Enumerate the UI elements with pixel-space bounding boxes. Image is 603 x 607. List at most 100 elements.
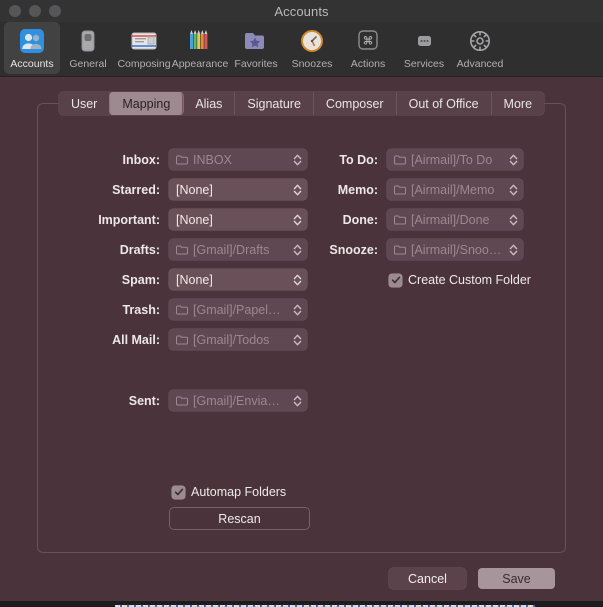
cancel-button[interactable]: Cancel [389, 568, 466, 589]
create-custom-folder-checkbox[interactable] [389, 273, 402, 287]
minimize-button[interactable] [29, 5, 41, 17]
folder-icon [176, 305, 188, 314]
stepper-icon[interactable] [293, 333, 302, 347]
stepper-icon[interactable] [293, 243, 302, 257]
to-do-value: [Airmail]/To Do [411, 152, 493, 167]
folder-icon [394, 185, 406, 194]
automap-folders-checkbox[interactable] [172, 485, 185, 499]
folder-icon [394, 245, 406, 254]
gear-icon [466, 26, 494, 56]
label-drafts: Drafts: [119, 242, 160, 257]
field-trash: Trash: [Gmail]/Papel… [60, 299, 307, 320]
toolbar-item-actions[interactable]: ⌘ Actions [340, 22, 396, 74]
sent-dropdown[interactable]: [Gmail]/Envia… [169, 390, 307, 411]
stepper-icon[interactable] [293, 394, 302, 408]
field-starred: Starred: [None] [60, 179, 307, 200]
toolbar-label-accounts: Accounts [10, 58, 54, 70]
label-snooze: Snooze: [329, 242, 378, 257]
create-custom-folder-row[interactable]: Create Custom Folder [389, 273, 531, 287]
stepper-icon[interactable] [509, 183, 518, 197]
folder-icon [176, 396, 188, 405]
toolbar-item-appearance[interactable]: Appearance [172, 22, 228, 74]
all-mail-dropdown[interactable]: [Gmail]/Todos [169, 329, 307, 350]
memo-value: [Airmail]/Memo [411, 182, 495, 197]
starred-dropdown[interactable]: [None] [169, 179, 307, 200]
stepper-icon[interactable] [293, 213, 302, 227]
rescan-button[interactable]: Rescan [170, 508, 309, 529]
field-snooze: Snooze: [Airmail]/Snoo… [310, 239, 523, 260]
stepper-icon[interactable] [509, 243, 518, 257]
automap-folders-row[interactable]: Automap Folders [172, 485, 286, 499]
folder-icon [176, 155, 188, 164]
toolbar-label-general: General [69, 58, 107, 70]
field-all-mail: All Mail: [Gmail]/Todos [60, 329, 307, 350]
save-button[interactable]: Save [478, 568, 555, 589]
spam-dropdown[interactable]: [None] [169, 269, 307, 290]
inbox-dropdown[interactable]: INBOX [169, 149, 307, 170]
done-value: [Airmail]/Done [411, 212, 490, 227]
sent-value: [Gmail]/Envia… [193, 393, 280, 408]
snooze-dropdown[interactable]: [Airmail]/Snoo… [387, 239, 523, 260]
stepper-icon[interactable] [293, 183, 302, 197]
stepper-icon[interactable] [293, 273, 302, 287]
folder-icon [176, 335, 188, 344]
memo-dropdown[interactable]: [Airmail]/Memo [387, 179, 523, 200]
tab-mapping[interactable]: Mapping [110, 92, 184, 115]
automap-folders-label: Automap Folders [191, 485, 287, 499]
accounts-preferences-window: Accounts Accounts General Composing Appe… [0, 0, 603, 607]
stepper-icon[interactable] [293, 153, 302, 167]
toolbar-item-general[interactable]: General [60, 22, 116, 74]
to-do-dropdown[interactable]: [Airmail]/To Do [387, 149, 523, 170]
toolbar-label-composing: Composing [117, 58, 171, 70]
tab-bar: User Mapping Alias Signature Composer Ou… [0, 92, 603, 115]
stepper-icon[interactable] [509, 153, 518, 167]
label-inbox: Inbox: [122, 152, 161, 167]
tab-alias[interactable]: Alias [183, 92, 236, 115]
toolbar-item-snoozes[interactable]: Snoozes [284, 22, 340, 74]
background-window-sliver [0, 601, 603, 607]
label-trash: Trash: [122, 302, 160, 317]
tab-more[interactable]: More [492, 92, 544, 115]
drafts-value: [Gmail]/Drafts [193, 242, 270, 257]
toolbar-label-snoozes: Snoozes [291, 58, 333, 70]
drafts-dropdown[interactable]: [Gmail]/Drafts [169, 239, 307, 260]
tab-composer[interactable]: Composer [314, 92, 397, 115]
tab-user[interactable]: User [59, 92, 111, 115]
toolbar-item-advanced[interactable]: Advanced [452, 22, 508, 74]
label-starred: Starred: [112, 182, 160, 197]
toggle-switch-icon [75, 26, 101, 56]
label-sent: Sent: [128, 393, 160, 408]
toolbar-label-favorites: Favorites [234, 58, 278, 70]
toolbar-label-services: Services [403, 58, 445, 70]
snooze-value: [Airmail]/Snoo… [411, 242, 502, 257]
starred-value: [None] [176, 182, 213, 197]
stepper-icon[interactable] [509, 213, 518, 227]
trash-dropdown[interactable]: [Gmail]/Papel… [169, 299, 307, 320]
done-dropdown[interactable]: [Airmail]/Done [387, 209, 523, 230]
stepper-icon[interactable] [293, 303, 302, 317]
field-to-do: To Do: [Airmail]/To Do [310, 149, 523, 170]
accounts-people-icon [19, 26, 45, 56]
toolbar-item-services[interactable]: Services [396, 22, 452, 74]
label-to-do: To Do: [339, 152, 378, 167]
toolbar-item-composing[interactable]: Composing [116, 22, 172, 74]
zoom-button[interactable] [49, 5, 61, 17]
star-folder-icon [242, 26, 270, 56]
toolbar-item-favorites[interactable]: Favorites [228, 22, 284, 74]
window-titlebar: Accounts [0, 0, 603, 22]
spam-value: [None] [176, 272, 213, 287]
field-drafts: Drafts: [Gmail]/Drafts [60, 239, 307, 260]
toolbar-item-accounts[interactable]: Accounts [4, 22, 60, 74]
traffic-light-buttons [9, 0, 61, 22]
tab-out-of-office[interactable]: Out of Office [397, 92, 492, 115]
toolbar-label-actions: Actions [350, 58, 386, 70]
trash-value: [Gmail]/Papel… [193, 302, 281, 317]
preferences-toolbar: Accounts General Composing Appearance Fa… [0, 22, 603, 77]
label-memo: Memo: [337, 182, 378, 197]
label-done: Done: [342, 212, 378, 227]
field-spam: Spam: [None] [60, 269, 307, 290]
field-sent: Sent: [Gmail]/Envia… [60, 390, 307, 411]
important-dropdown[interactable]: [None] [169, 209, 307, 230]
tab-signature[interactable]: Signature [235, 92, 314, 115]
close-button[interactable] [9, 5, 21, 17]
